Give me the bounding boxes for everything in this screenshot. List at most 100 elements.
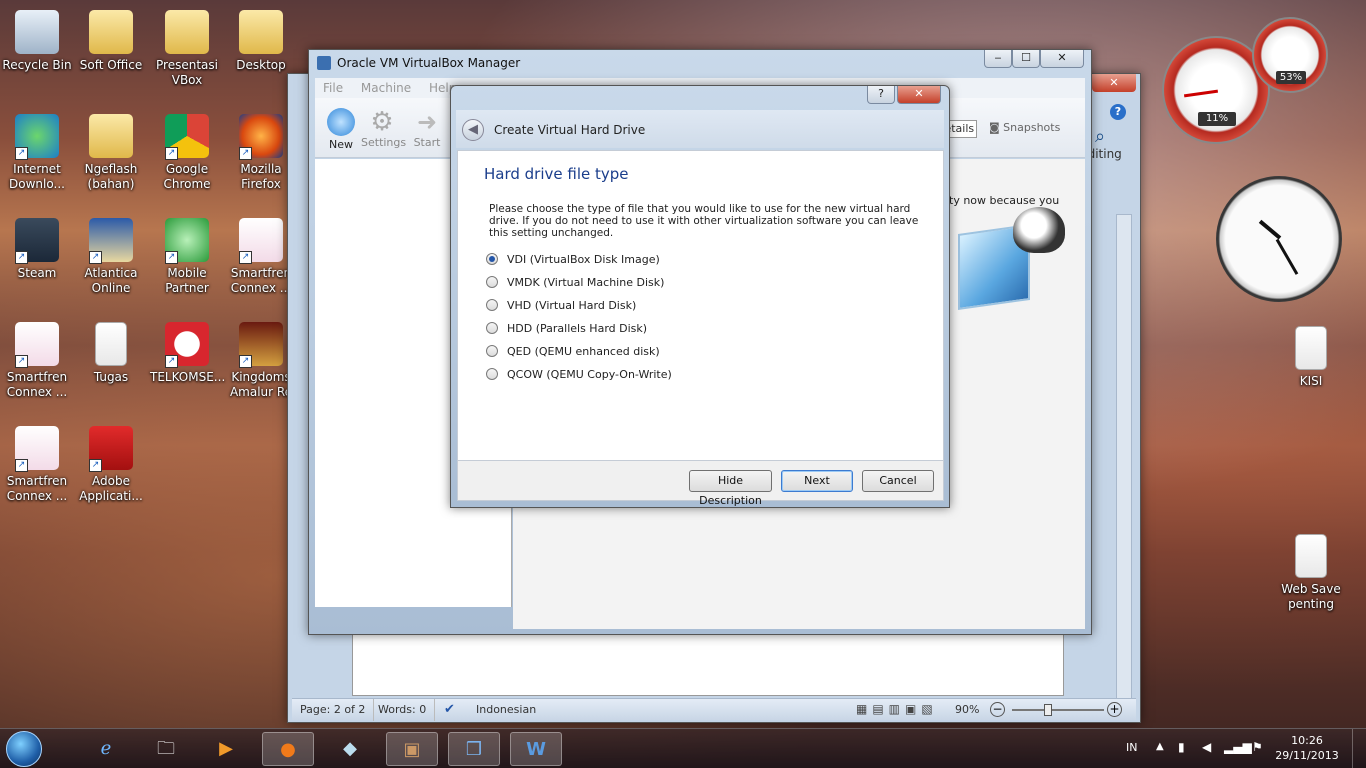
taskbar-word-button[interactable]: W <box>510 732 562 766</box>
steam-icon: ↗ <box>15 218 59 264</box>
radio-button[interactable] <box>486 368 498 380</box>
atlantica-icon: ↗ <box>89 218 133 264</box>
desktop-icon-soft-office[interactable]: Soft Office <box>74 6 148 73</box>
menu-file[interactable]: File <box>323 81 343 95</box>
show-desktop-button[interactable] <box>1352 729 1366 768</box>
page-count[interactable]: Page: 2 of 2 <box>292 699 375 721</box>
desktop-icon-presentasi-vbox[interactable]: Presentasi VBox <box>150 6 224 88</box>
back-arrow-icon[interactable]: ◀ <box>462 119 484 141</box>
proofing-icon[interactable]: ✔ <box>444 702 455 717</box>
option-vmdk[interactable]: VMDK (Virtual Machine Disk) <box>486 274 664 290</box>
desktop-icon-tugas[interactable]: Tugas <box>74 318 148 385</box>
desktop-icon-internet-downlo[interactable]: ↗ Internet Downlo... <box>0 110 74 192</box>
option-qcow[interactable]: QCOW (QEMU Copy-On-Write) <box>486 366 672 382</box>
desktop-icon-smartfren-connex[interactable]: ↗ Smartfren Connex ... <box>0 318 74 400</box>
hide-description-button[interactable]: Hide Description <box>689 470 772 507</box>
word-help-icon[interactable]: ? <box>1110 104 1126 120</box>
settings-button[interactable]: ⚙ Settings <box>361 107 406 149</box>
word-close-button[interactable]: ✕ <box>1092 74 1136 92</box>
desktop-icon-label: Steam <box>17 266 57 280</box>
cancel-button[interactable]: Cancel <box>862 470 934 492</box>
shortcut-arrow-icon: ↗ <box>165 251 178 264</box>
option-label: VHD (Virtual Hard Disk) <box>507 298 637 312</box>
word-vertical-scrollbar[interactable] <box>1116 214 1132 700</box>
taskbar-app-button[interactable]: ◆ <box>324 732 376 766</box>
desktop-icon-google-chrome[interactable]: ↗ Google Chrome <box>150 110 224 192</box>
word-document-page[interactable] <box>352 626 1064 696</box>
vbox-minimize-button[interactable]: ‒ <box>984 50 1012 68</box>
option-vdi[interactable]: VDI (VirtualBox Disk Image) <box>486 251 660 267</box>
radio-button[interactable] <box>486 276 498 288</box>
option-label: QED (QEMU enhanced disk) <box>507 344 660 358</box>
start-arrow-icon: ➜ <box>416 108 438 136</box>
show-hidden-icons-icon[interactable]: ▲ <box>1156 741 1164 752</box>
taskbar-ie-button[interactable]: ℯ <box>80 732 132 766</box>
shortcut-arrow-icon: ↗ <box>165 355 178 368</box>
zoom-slider[interactable] <box>1012 709 1104 711</box>
menu-machine[interactable]: Machine <box>361 81 411 95</box>
radio-button[interactable] <box>486 299 498 311</box>
language-bar[interactable]: IN <box>1126 741 1137 754</box>
dialog-title: Create Virtual Hard Drive <box>494 123 646 137</box>
mobile-partner-icon: ↗ <box>165 218 209 264</box>
taskbar-firefox-button[interactable]: ● <box>262 732 314 766</box>
gear-icon: ⚙ <box>370 107 394 137</box>
word-count[interactable]: Words: 0 <box>370 699 436 721</box>
folder-icon <box>165 10 209 54</box>
radio-button[interactable] <box>486 322 498 334</box>
zoom-in-icon[interactable]: + <box>1107 702 1122 717</box>
desktop-icon-web-save-penting[interactable]: Web Save penting <box>1274 530 1348 612</box>
desktop-icon-smartfren-connex[interactable]: ↗ Smartfren Connex ... <box>0 422 74 504</box>
taskbar-media-button[interactable]: ▶ <box>200 732 252 766</box>
start-button[interactable]: ➜ Start <box>409 108 445 149</box>
radio-button[interactable] <box>486 253 498 265</box>
zoom-slider-thumb[interactable] <box>1044 704 1052 716</box>
welcome-text-fragment: ty now because you <box>949 194 1060 207</box>
desktop-icon-mobile-partner[interactable]: ↗ Mobile Partner <box>150 214 224 296</box>
zoom-level[interactable]: 90% <box>947 699 987 721</box>
start-orb-button[interactable] <box>6 731 42 767</box>
option-hdd[interactable]: HDD (Parallels Hard Disk) <box>486 320 647 336</box>
new-button[interactable]: New <box>321 108 361 151</box>
language-indicator[interactable]: Indonesian <box>468 699 544 721</box>
dialog-body: Hard drive file type Please choose the t… <box>457 150 944 461</box>
vbox-close-button[interactable]: ✕ <box>1040 50 1084 68</box>
desktop-icon-kisi[interactable]: KISI <box>1274 322 1348 389</box>
next-button[interactable]: Next <box>781 470 853 492</box>
snapshots-tab[interactable]: ◙ Snapshots <box>989 120 1060 136</box>
dialog-close-button[interactable]: ✕ <box>897 86 941 104</box>
option-qed[interactable]: QED (QEMU enhanced disk) <box>486 343 660 359</box>
taskbar-explorer-button[interactable]: 🗀 <box>140 732 192 766</box>
create-virtual-hard-drive-dialog[interactable]: ? ✕ ◀ Create Virtual Hard Drive Hard dri… <box>450 85 950 508</box>
volume-icon[interactable]: ◀ <box>1202 740 1211 754</box>
desktop-icon-label: KISI <box>1299 374 1323 388</box>
zoom-out-icon[interactable]: − <box>990 702 1005 717</box>
cpu-gauge-needle <box>1183 89 1219 98</box>
desktop-icon-recycle-bin[interactable]: Recycle Bin <box>0 6 74 73</box>
desktop-icon-desktop[interactable]: Desktop <box>224 6 298 73</box>
cpu-percent: 11% <box>1198 112 1236 126</box>
taskbar-game-button[interactable]: ▣ <box>386 732 438 766</box>
penguin-mascot-icon <box>1013 207 1065 253</box>
vbox-maximize-button[interactable]: ☐ <box>1012 50 1040 68</box>
option-vhd[interactable]: VHD (Virtual Hard Disk) <box>486 297 636 313</box>
radio-button[interactable] <box>486 345 498 357</box>
desktop-icon-atlantica-online[interactable]: ↗ Atlantica Online <box>74 214 148 296</box>
shortcut-arrow-icon: ↗ <box>239 147 252 160</box>
shortcut-arrow-icon: ↗ <box>239 251 252 264</box>
clock-hour-hand <box>1258 219 1282 240</box>
dialog-help-button[interactable]: ? <box>867 86 895 104</box>
recycle-bin-icon <box>15 10 59 54</box>
desktop-icon-steam[interactable]: ↗ Steam <box>0 214 74 281</box>
desktop-icon-ngeflash-bahan[interactable]: Ngeflash (bahan) <box>74 110 148 192</box>
desktop-icon-label: Internet Downlo... <box>9 162 65 191</box>
desktop-icon-adobe-applicati[interactable]: ↗ Adobe Applicati... <box>74 422 148 504</box>
action-center-icon[interactable]: ⚑ <box>1252 740 1263 754</box>
network-icon[interactable]: ▂▄▆ <box>1224 740 1252 754</box>
view-layout-icons[interactable]: ▦▤▥▣▧ <box>856 702 938 716</box>
vbox-title-bar[interactable]: Oracle VM VirtualBox Manager ‒ ☐ ✕ <box>309 50 1091 78</box>
battery-icon[interactable]: ▮ <box>1178 740 1185 754</box>
desktop-icon-telkomse[interactable]: ↗ TELKOMSE... <box>150 318 225 385</box>
taskbar-virtualbox-button[interactable]: ❒ <box>448 732 500 766</box>
system-clock[interactable]: 10:26 29/11/2013 <box>1272 733 1342 763</box>
